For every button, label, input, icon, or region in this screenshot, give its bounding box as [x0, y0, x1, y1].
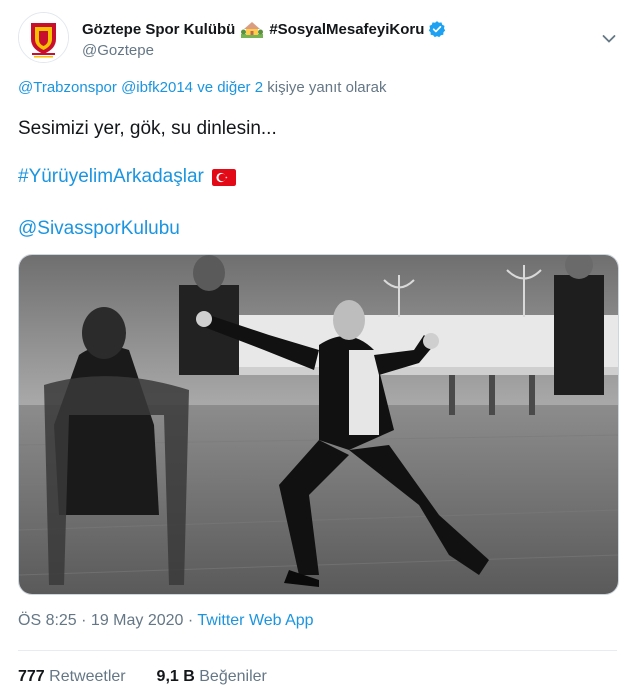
photo-scene — [19, 255, 618, 594]
reply-suffix: kişiye yanıt olarak — [267, 79, 387, 96]
tweet-meta: ÖS 8:25 · 19 May 2020 · Twitter Web App — [18, 612, 314, 630]
mention-link[interactable]: @ibfk2014 — [121, 79, 193, 96]
likes-stat[interactable]: 9,1 B Beğeniler — [157, 668, 267, 685]
avatar[interactable] — [18, 12, 69, 63]
display-name[interactable]: Göztepe Spor Kulübü #SosyalMesafeyiKoru — [82, 20, 446, 38]
reply-context: @Trabzonspor @ibfk2014 ve diğer 2 kişiye… — [18, 79, 386, 96]
tweet-stats: 777 Retweetler 9,1 B Beğeniler — [18, 668, 267, 686]
retweets-count: 777 — [18, 668, 45, 685]
chevron-down-icon[interactable] — [602, 34, 616, 44]
tweet-text: Sesimizi yer, gök, su dinlesin... — [18, 118, 277, 139]
meta-separator: · — [76, 612, 91, 629]
hashtag-line: #YürüyelimArkadaşlar — [18, 166, 236, 188]
goztepe-logo-icon — [19, 13, 68, 62]
tweet-source[interactable]: Twitter Web App — [197, 612, 313, 629]
verified-badge-icon — [429, 21, 446, 38]
tweet-photo[interactable] — [18, 254, 619, 595]
meta-separator: · — [183, 612, 198, 629]
tweet-time[interactable]: ÖS 8:25 — [18, 612, 77, 629]
user-handle[interactable]: @Goztepe — [82, 42, 154, 59]
tweet-date[interactable]: 19 May 2020 — [91, 612, 184, 629]
likes-label: Beğeniler — [199, 668, 267, 685]
display-name-hashtag: #SosyalMesafeyiKoru — [269, 20, 425, 38]
mention-link[interactable]: @Trabzonspor — [18, 79, 117, 96]
others-link[interactable]: ve diğer 2 — [197, 79, 263, 96]
turkey-flag-icon — [211, 168, 236, 186]
retweets-label: Retweetler — [49, 668, 126, 685]
hashtag-link[interactable]: #YürüyelimArkadaşlar — [18, 166, 204, 188]
tweet-header: Göztepe Spor Kulübü #SosyalMesafeyiKoru … — [0, 0, 635, 80]
likes-count: 9,1 B — [156, 668, 195, 685]
house-with-garden-icon — [241, 22, 264, 38]
display-name-text: Göztepe Spor Kulübü — [82, 20, 236, 38]
retweets-stat[interactable]: 777 Retweetler — [18, 668, 130, 685]
divider — [18, 650, 617, 651]
mention-link[interactable]: @SivassporKulubu — [18, 218, 180, 240]
